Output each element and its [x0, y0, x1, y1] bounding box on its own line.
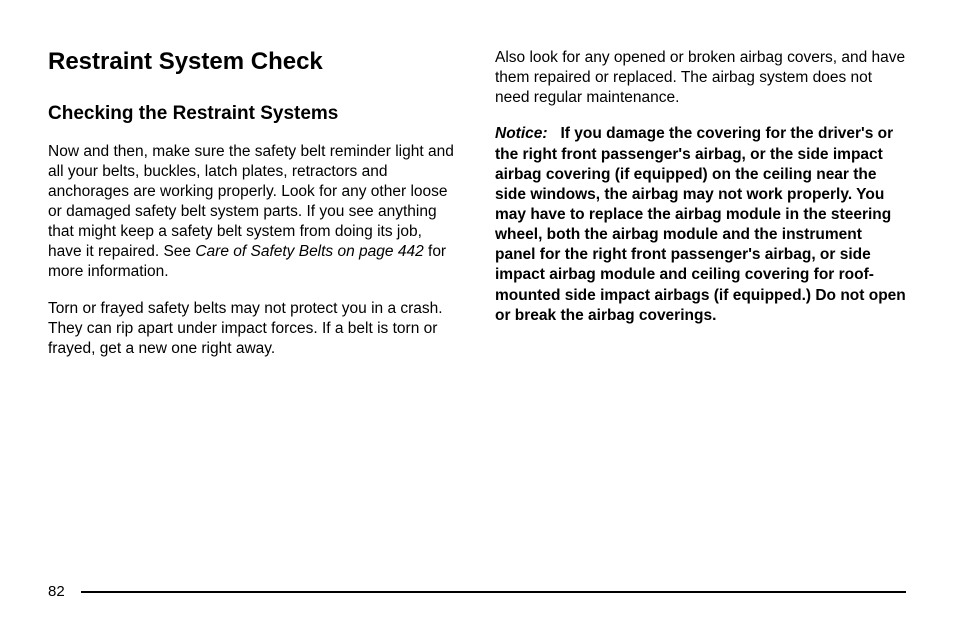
page-footer: 82 [48, 583, 906, 600]
notice-spacer [548, 125, 561, 142]
page-number: 82 [48, 583, 65, 600]
main-heading: Restraint System Check [48, 48, 459, 77]
notice-paragraph: Notice: If you damage the covering for t… [495, 124, 906, 325]
right-column: Also look for any opened or broken airba… [495, 48, 906, 359]
cross-reference: Care of Safety Belts on page 442 [195, 243, 423, 260]
sub-heading: Checking the Restraint Systems [48, 103, 459, 126]
paragraph-3: Also look for any opened or broken airba… [495, 48, 906, 108]
paragraph-2: Torn or frayed safety belts may not prot… [48, 299, 459, 359]
footer-rule [81, 591, 906, 593]
paragraph-1: Now and then, make sure the safety belt … [48, 142, 459, 283]
document-content: Restraint System Check Checking the Rest… [48, 48, 906, 359]
notice-label: Notice: [495, 125, 548, 142]
notice-body: If you damage the covering for the drive… [495, 125, 906, 323]
left-column: Restraint System Check Checking the Rest… [48, 48, 459, 359]
